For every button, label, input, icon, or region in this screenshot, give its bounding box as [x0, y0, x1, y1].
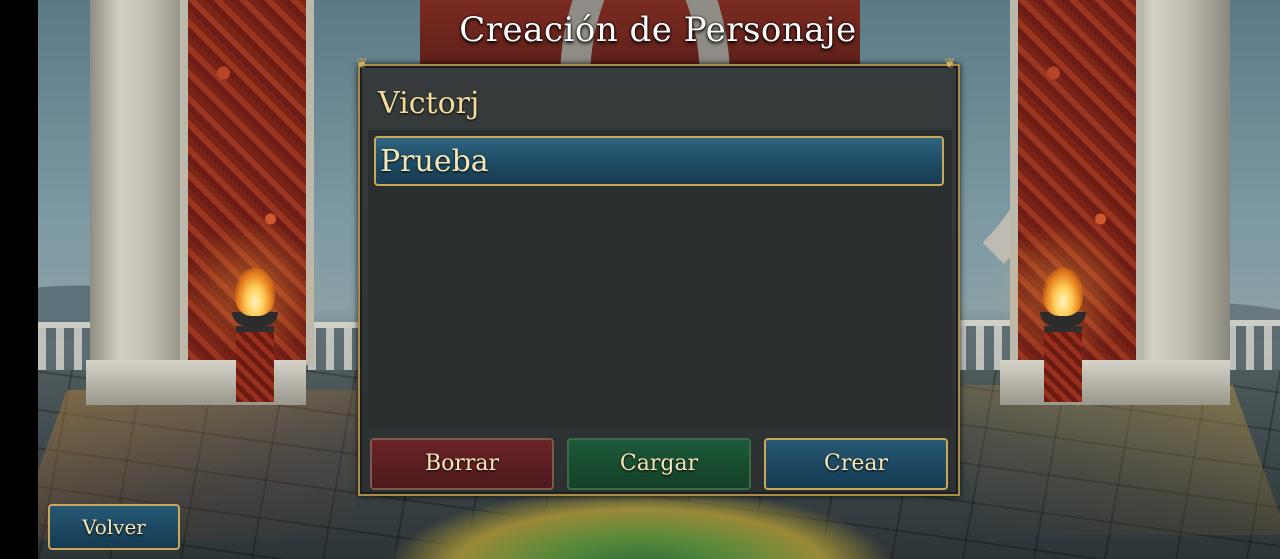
left-letterbox — [0, 0, 38, 559]
ornament-corner-icon: ❦ — [356, 56, 368, 72]
character-list-item[interactable]: Prueba — [374, 136, 944, 186]
create-button[interactable]: Crear — [764, 438, 948, 490]
ornament-corner-icon: ❦ — [944, 56, 956, 72]
account-name: Victorj — [378, 86, 480, 121]
screen-title: Creación de Personaje — [459, 10, 857, 50]
left-brazier — [236, 326, 274, 402]
character-name: Prueba — [380, 144, 489, 179]
fire-icon — [1043, 268, 1083, 316]
left-outer-column — [90, 0, 190, 400]
back-button[interactable]: Volver — [48, 504, 180, 550]
floor-light-right — [932, 385, 1280, 535]
load-button[interactable]: Cargar — [567, 438, 751, 490]
delete-button[interactable]: Borrar — [370, 438, 554, 490]
right-column-base — [1000, 360, 1230, 405]
right-brazier — [1044, 326, 1082, 402]
fire-icon — [235, 268, 275, 316]
